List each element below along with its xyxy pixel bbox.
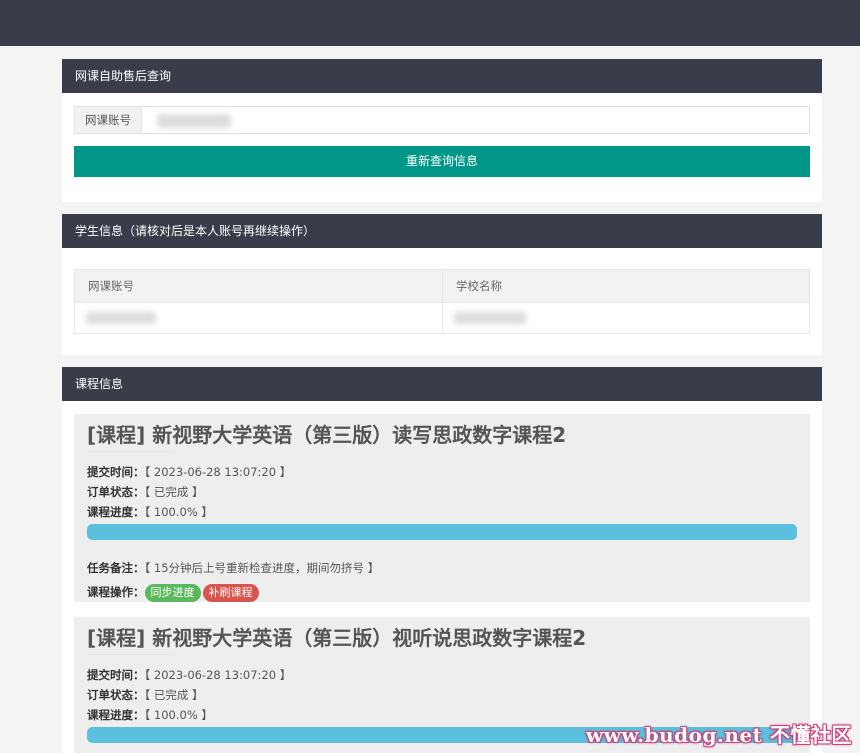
course-ops-label: 课程操作： xyxy=(87,585,145,599)
title-divider xyxy=(87,654,171,655)
task-note-line: 任务备注：【 15分钟后上号重新检查进度，期间勿挤号 】 xyxy=(87,558,797,578)
redacted-account-value xyxy=(157,114,231,128)
course-info-panel: 课程信息 [课程] 新视野大学英语（第三版）读写思政数字课程2 提交时间：【 2… xyxy=(62,367,822,753)
sync-progress-button[interactable]: 同步进度 xyxy=(144,584,201,602)
redo-course-button[interactable]: 补刷课程 xyxy=(202,584,259,602)
progress-value: 【 100.0% 】 xyxy=(144,708,213,722)
column-header-account: 网课账号 xyxy=(88,279,134,293)
course-title: [课程] 新视野大学英语（第三版）视听说思政数字课程2 xyxy=(87,626,587,650)
order-status-line: 订单状态：【 已完成 】 xyxy=(87,482,797,502)
student-info-table: 网课账号 学校名称 xyxy=(74,269,810,334)
submit-time-line: 提交时间：【 2023-06-28 13:07:20 】 xyxy=(87,665,797,685)
order-status-label: 订单状态： xyxy=(87,688,145,702)
course-title: [课程] 新视野大学英语（第三版）读写思政数字课程2 xyxy=(87,423,567,447)
site-watermark: www.budog.net 不懂社区 xyxy=(586,723,852,747)
submit-time-value: 【 2023-06-28 13:07:20 】 xyxy=(144,465,292,479)
order-status-label: 订单状态： xyxy=(87,485,145,499)
course-ops-line: 课程操作： 同步进度 补刷课程 xyxy=(87,582,797,602)
refresh-query-button[interactable]: 重新查询信息 xyxy=(74,146,810,177)
student-info-title: 学生信息（请核对后是本人账号再继续操作） xyxy=(62,214,822,248)
redacted-account-cell xyxy=(86,312,156,324)
progress-label: 课程进度： xyxy=(87,505,145,519)
account-input-label: 网课账号 xyxy=(75,107,142,133)
progress-label: 课程进度： xyxy=(87,708,145,722)
submit-time-value: 【 2023-06-28 13:07:20 】 xyxy=(144,668,292,682)
query-panel-title: 网课自助售后查询 xyxy=(62,59,822,93)
table-header-row: 网课账号 学校名称 xyxy=(75,270,809,302)
order-status-value: 【 已完成 】 xyxy=(144,688,204,702)
order-status-line: 订单状态：【 已完成 】 xyxy=(87,685,797,705)
table-row xyxy=(75,302,809,333)
column-header-school: 学校名称 xyxy=(442,270,809,302)
query-panel: 网课自助售后查询 网课账号 重新查询信息 xyxy=(62,59,822,202)
order-status-value: 【 已完成 】 xyxy=(144,485,204,499)
submit-time-line: 提交时间：【 2023-06-28 13:07:20 】 xyxy=(87,462,797,482)
student-info-panel: 学生信息（请核对后是本人账号再继续操作） 网课账号 学校名称 xyxy=(62,214,822,355)
account-input[interactable] xyxy=(142,107,809,133)
progress-line: 课程进度：【 100.0% 】 xyxy=(87,502,797,522)
task-note-label: 任务备注： xyxy=(87,561,145,575)
course-card: [课程] 新视野大学英语（第三版）读写思政数字课程2 提交时间：【 2023-0… xyxy=(74,414,810,602)
progress-bar-fill xyxy=(87,524,797,540)
submit-time-label: 提交时间： xyxy=(87,465,145,479)
progress-bar xyxy=(87,524,797,540)
progress-value: 【 100.0% 】 xyxy=(144,505,213,519)
redacted-school-cell xyxy=(454,312,526,324)
task-note-value: 【 15分钟后上号重新检查进度，期间勿挤号 】 xyxy=(144,561,380,575)
submit-time-label: 提交时间： xyxy=(87,668,145,682)
top-navbar xyxy=(0,0,860,46)
title-divider xyxy=(87,451,171,452)
course-info-title: 课程信息 xyxy=(62,367,822,401)
